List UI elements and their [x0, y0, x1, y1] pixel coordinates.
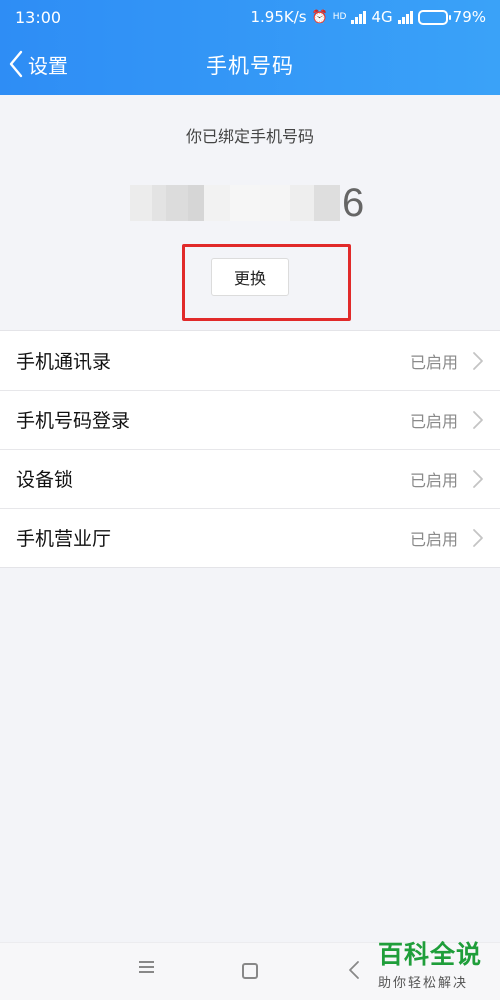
chevron-right-icon	[472, 410, 484, 430]
item-label: 手机通讯录	[16, 351, 112, 373]
system-nav-bar	[0, 942, 500, 1000]
battery-percent: 79%	[452, 8, 486, 26]
status-indicators: 1.95K/s ⏰ HD 4G 79%	[250, 8, 486, 26]
chevron-right-icon	[472, 528, 484, 548]
item-label: 设备锁	[16, 469, 74, 491]
hd-badge: HD	[332, 12, 347, 22]
list-item-contacts[interactable]: 手机通讯录 已启用	[0, 331, 500, 390]
item-status: 已启用	[409, 529, 458, 549]
phone-number-tail: 6	[342, 181, 365, 225]
change-number-button[interactable]: 更换	[211, 258, 289, 296]
list-item-mobile-hall[interactable]: 手机营业厅 已启用	[0, 508, 500, 567]
list-item-device-lock[interactable]: 设备锁 已启用	[0, 449, 500, 508]
chevron-right-icon	[472, 469, 484, 489]
network-speed: 1.95K/s	[250, 8, 307, 26]
page-title: 手机号码	[206, 53, 294, 78]
alarm-icon: ⏰	[311, 9, 328, 25]
back-label: 设置	[28, 53, 68, 78]
back-button[interactable]: 设置	[8, 46, 68, 82]
phone-number-page: 13:00 1.95K/s ⏰ HD 4G 79% 设置 手机号码 你已绑定手机…	[0, 0, 500, 1000]
signal-icon	[351, 10, 367, 24]
header: 13:00 1.95K/s ⏰ HD 4G 79% 设置 手机号码	[0, 0, 500, 95]
signal-icon-2	[397, 10, 413, 24]
bind-section: 你已绑定手机号码 6 更换	[0, 95, 500, 330]
item-status: 已启用	[409, 352, 458, 372]
list-item-phone-login[interactable]: 手机号码登录 已启用	[0, 390, 500, 449]
back-triangle-icon[interactable]	[348, 960, 360, 980]
item-label: 手机号码登录	[16, 410, 131, 432]
settings-list: 手机通讯录 已启用 手机号码登录 已启用 设备锁 已启用 手机营业厅 已启用	[0, 330, 500, 568]
menu-icon[interactable]	[139, 961, 154, 976]
item-status: 已启用	[409, 411, 458, 431]
network-type: 4G	[371, 8, 393, 26]
chevron-right-icon	[472, 351, 484, 371]
status-bar: 13:00 1.95K/s ⏰ HD 4G 79%	[0, 0, 500, 34]
bind-caption: 你已绑定手机号码	[185, 127, 314, 146]
nav-bar: 设置 手机号码	[0, 34, 500, 95]
home-square-icon[interactable]	[242, 963, 258, 979]
item-status: 已启用	[409, 470, 458, 490]
chevron-left-icon	[9, 50, 23, 78]
status-time: 13:00	[15, 7, 62, 27]
item-label: 手机营业厅	[16, 528, 112, 550]
battery-icon	[417, 9, 451, 25]
pixelated-mask	[130, 185, 340, 221]
bound-phone-number: 6	[130, 183, 375, 223]
